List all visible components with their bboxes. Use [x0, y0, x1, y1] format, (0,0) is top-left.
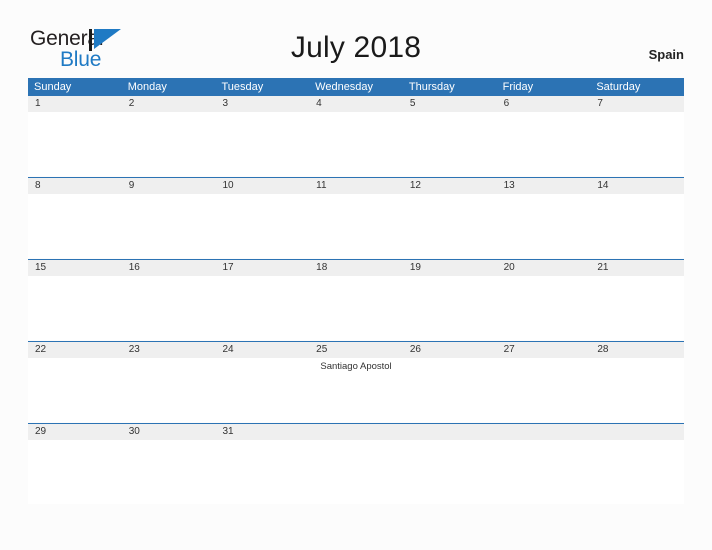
day-number[interactable]: 19 — [403, 260, 497, 276]
day-number-empty — [309, 424, 403, 440]
day-cell[interactable] — [403, 194, 497, 258]
day-number[interactable]: 8 — [28, 178, 122, 194]
day-number[interactable]: 21 — [590, 260, 684, 276]
day-number[interactable]: 31 — [215, 424, 309, 440]
week-date-bar: 15 16 17 18 19 20 21 — [28, 260, 684, 276]
day-cell[interactable] — [590, 194, 684, 258]
day-number[interactable]: 20 — [497, 260, 591, 276]
day-number[interactable]: 27 — [497, 342, 591, 358]
day-number[interactable]: 30 — [122, 424, 216, 440]
calendar-week-row: 15 16 17 18 19 20 21 — [28, 260, 684, 341]
page-header: General Blue July 2018 Spain — [0, 0, 712, 76]
day-cell-empty — [403, 440, 497, 504]
week-date-bar: 1 2 3 4 5 6 7 — [28, 96, 684, 112]
day-cell[interactable] — [309, 194, 403, 258]
day-cell[interactable] — [122, 276, 216, 340]
day-number[interactable]: 22 — [28, 342, 122, 358]
day-cell-empty — [309, 440, 403, 504]
day-cell[interactable] — [215, 358, 309, 422]
calendar-week-row: 29 30 31 — [28, 424, 684, 505]
day-cell-with-event[interactable]: Santiago Apostol — [309, 358, 403, 422]
day-cell[interactable] — [403, 276, 497, 340]
week-event-bar: Santiago Apostol — [28, 358, 684, 422]
day-cell[interactable] — [28, 194, 122, 258]
weekday-friday: Friday — [502, 81, 534, 93]
weekday-saturday: Saturday — [596, 81, 641, 93]
event-label: Santiago Apostol — [320, 361, 392, 372]
weekday-header-row: Sunday Monday Tuesday Wednesday Thursday… — [28, 78, 684, 96]
day-number[interactable]: 7 — [590, 96, 684, 112]
week-date-bar: 8 9 10 11 12 13 14 — [28, 178, 684, 194]
day-number-empty — [590, 424, 684, 440]
day-number[interactable]: 28 — [590, 342, 684, 358]
day-cell[interactable] — [497, 276, 591, 340]
day-number[interactable]: 13 — [497, 178, 591, 194]
weekday-sunday: Sunday — [34, 81, 72, 93]
day-cell[interactable] — [590, 112, 684, 176]
day-number[interactable]: 26 — [403, 342, 497, 358]
day-cell[interactable] — [122, 112, 216, 176]
day-cell[interactable] — [590, 358, 684, 422]
day-number[interactable]: 6 — [497, 96, 591, 112]
day-cell[interactable] — [309, 112, 403, 176]
day-cell[interactable] — [309, 276, 403, 340]
day-number[interactable]: 5 — [403, 96, 497, 112]
weekday-monday: Monday — [127, 81, 167, 93]
day-cell[interactable] — [122, 440, 216, 504]
day-cell[interactable] — [122, 358, 216, 422]
day-cell[interactable] — [403, 112, 497, 176]
calendar-week-row: 22 23 24 25 26 27 28 Santiago Apostol — [28, 342, 684, 423]
day-number[interactable]: 12 — [403, 178, 497, 194]
day-cell[interactable] — [215, 276, 309, 340]
region-label: Spain — [648, 47, 684, 62]
day-number[interactable]: 3 — [215, 96, 309, 112]
day-number[interactable]: 16 — [122, 260, 216, 276]
week-event-bar — [28, 276, 684, 340]
day-number[interactable]: 25 — [309, 342, 403, 358]
weekday-thursday: Thursday — [408, 81, 455, 93]
day-cell[interactable] — [497, 112, 591, 176]
day-cell[interactable] — [215, 440, 309, 504]
day-number[interactable]: 24 — [215, 342, 309, 358]
day-cell[interactable] — [28, 358, 122, 422]
calendar-grid: Sunday Monday Tuesday Wednesday Thursday… — [28, 78, 684, 505]
day-number-empty — [403, 424, 497, 440]
day-cell[interactable] — [497, 358, 591, 422]
day-cell[interactable] — [122, 194, 216, 258]
week-event-bar — [28, 194, 684, 258]
day-cell[interactable] — [497, 194, 591, 258]
day-number[interactable]: 15 — [28, 260, 122, 276]
day-cell-empty — [497, 440, 591, 504]
day-number[interactable]: 2 — [122, 96, 216, 112]
day-number[interactable]: 23 — [122, 342, 216, 358]
day-number-empty — [497, 424, 591, 440]
weekday-tuesday: Tuesday — [221, 81, 264, 93]
calendar-week-row: 1 2 3 4 5 6 7 — [28, 96, 684, 177]
day-number[interactable]: 11 — [309, 178, 403, 194]
day-number[interactable]: 10 — [215, 178, 309, 194]
day-cell[interactable] — [215, 194, 309, 258]
day-number[interactable]: 1 — [28, 96, 122, 112]
day-cell-empty — [590, 440, 684, 504]
day-cell[interactable] — [403, 358, 497, 422]
day-cell[interactable] — [590, 276, 684, 340]
day-number[interactable]: 14 — [590, 178, 684, 194]
week-event-bar — [28, 112, 684, 176]
day-cell[interactable] — [28, 276, 122, 340]
week-date-bar: 22 23 24 25 26 27 28 — [28, 342, 684, 358]
page-title: July 2018 — [290, 31, 422, 64]
day-number[interactable]: 29 — [28, 424, 122, 440]
day-number[interactable]: 4 — [309, 96, 403, 112]
day-cell[interactable] — [215, 112, 309, 176]
day-number[interactable]: 18 — [309, 260, 403, 276]
day-number[interactable]: 17 — [215, 260, 309, 276]
day-cell[interactable] — [28, 440, 122, 504]
week-event-bar — [28, 440, 684, 504]
day-cell[interactable] — [28, 112, 122, 176]
calendar-week-row: 8 9 10 11 12 13 14 — [28, 178, 684, 259]
week-date-bar: 29 30 31 — [28, 424, 684, 440]
weekday-wednesday: Wednesday — [315, 81, 374, 93]
day-number[interactable]: 9 — [122, 178, 216, 194]
